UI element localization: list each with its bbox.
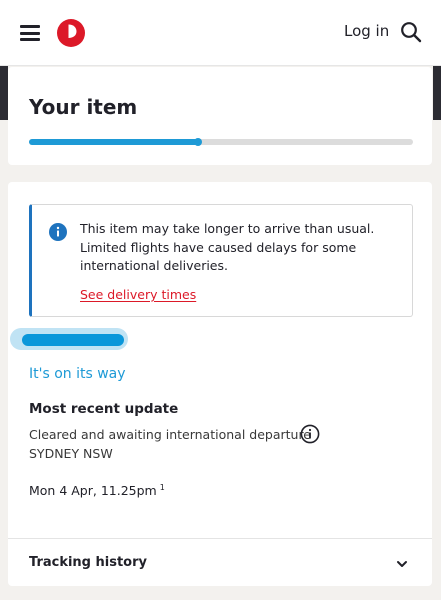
page-title: Your item: [29, 95, 138, 119]
login-link[interactable]: Log in: [344, 22, 389, 40]
event-timestamp: Mon 4 Apr, 11.25pm 1: [29, 483, 165, 498]
chevron-down-icon[interactable]: [396, 558, 408, 570]
section-divider: [8, 538, 432, 539]
see-delivery-times-link[interactable]: See delivery times: [80, 287, 196, 302]
page-backdrop-right: [433, 66, 441, 120]
event-info-icon[interactable]: [300, 424, 320, 444]
event-description: Cleared and awaiting international depar…: [29, 427, 312, 442]
event-time-text: Mon 4 Apr, 11.25pm: [29, 483, 157, 498]
search-icon[interactable]: [400, 21, 422, 43]
footnote-marker: 1: [159, 483, 165, 492]
hamburger-icon[interactable]: [20, 25, 40, 41]
delivery-status: It's on its way: [29, 366, 126, 382]
info-icon: [49, 223, 67, 241]
progress-marker: [194, 138, 202, 146]
tracking-history-toggle[interactable]: Tracking history: [29, 555, 147, 570]
delay-notice: This item may take longer to arrive than…: [29, 204, 413, 317]
top-bar: Log in: [0, 0, 441, 66]
item-summary-card: Your item: [8, 67, 432, 165]
tracking-details-card: This item may take longer to arrive than…: [8, 182, 432, 586]
event-location: SYDNEY NSW: [29, 446, 113, 461]
delivery-progress-bar: [29, 138, 413, 146]
progress-fill: [29, 139, 198, 145]
page-backdrop-left: [0, 66, 8, 120]
redacted-tracking-number-mark: [22, 334, 124, 346]
most-recent-update-heading: Most recent update: [29, 401, 179, 417]
delay-notice-text: This item may take longer to arrive than…: [80, 221, 375, 273]
auspost-logo[interactable]: [56, 18, 86, 48]
